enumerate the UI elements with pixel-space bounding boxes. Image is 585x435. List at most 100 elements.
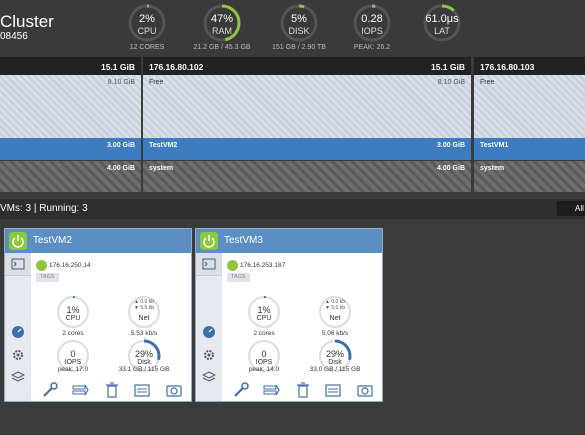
host-name: 176.16.80.102 xyxy=(149,62,204,72)
disk-label: Disk xyxy=(137,359,151,366)
cpu-mini-gauge: 1% CPU xyxy=(247,295,281,329)
vm-segment-label: TestVM1 xyxy=(480,142,509,149)
camera-icon[interactable] xyxy=(165,381,183,399)
host-column-1[interactable]: 15.1 GiB 8.10 GiB 3.00 GiB 4.00 GiB xyxy=(0,57,141,192)
vm-card-sidebar xyxy=(5,253,31,401)
vm-count: VMs: 3 | Running: 3 xyxy=(0,203,88,214)
cpu-cores: 2 cores xyxy=(253,330,275,337)
free-label: Free xyxy=(480,79,495,86)
iops-value: 0 xyxy=(261,349,267,359)
vm-card-header: TestVM3 xyxy=(196,229,382,253)
trash-icon[interactable] xyxy=(103,381,121,399)
iops-label: IOPS xyxy=(255,359,273,366)
system-label: system xyxy=(480,165,505,172)
latency-gauge-label: LAT xyxy=(434,26,450,36)
all-filter-button[interactable]: All xyxy=(557,201,585,216)
cpu-label: CPU xyxy=(256,315,272,322)
disk-value: 29% xyxy=(134,349,153,359)
disk-usage: 33.0 GB / 115 GB xyxy=(309,366,361,373)
free-value: 8.10 GiB xyxy=(437,79,465,86)
wrench-icon[interactable] xyxy=(41,381,59,399)
dashboard-icon[interactable] xyxy=(202,325,216,339)
vm-card-testvm2[interactable]: TestVM2 176.16.250.14 TAGS 1% CPU 2 core… xyxy=(4,228,192,402)
host-header: 15.1 GiB xyxy=(0,57,141,75)
cpu-label: CPU xyxy=(65,315,81,322)
power-icon[interactable] xyxy=(200,232,218,250)
disk-usage: 33.1 GB / 115 GB xyxy=(118,366,170,373)
vm-name[interactable]: TestVM3 xyxy=(224,235,263,246)
host-header: 176.16.80.102 15.1 GiB xyxy=(143,57,471,75)
vm-summary-bar: VMs: 3 | Running: 3 All xyxy=(0,199,585,219)
net-mini-gauge: ▲ 0.0 kb ▼ 5.0 kb Net xyxy=(318,295,352,329)
iops-peak: peak: 17.0 xyxy=(57,366,89,373)
iops-gauge-sub: PEAK: 26.2 xyxy=(353,44,391,51)
trash-icon[interactable] xyxy=(294,381,312,399)
latency-gauge-value: 61.0μs xyxy=(425,13,459,25)
host-column-2[interactable]: 176.16.80.102 15.1 GiB Free 8.10 GiB Tes… xyxy=(143,57,471,192)
settings-gear-icon[interactable] xyxy=(202,348,216,362)
snapshot-list-icon[interactable] xyxy=(133,381,151,399)
vm-card-header: TestVM2 xyxy=(5,229,191,253)
vm-memory-segment[interactable]: TestVM2 3.00 GiB xyxy=(143,138,471,160)
migrate-icon[interactable] xyxy=(71,381,89,399)
console-icon[interactable] xyxy=(196,253,222,276)
free-memory-segment: 8.10 GiB xyxy=(0,75,141,138)
layers-icon[interactable] xyxy=(11,370,25,384)
wrench-icon[interactable] xyxy=(232,381,250,399)
cpu-value: 1% xyxy=(66,305,80,315)
net-rate: 5.53 kb/s xyxy=(130,330,158,337)
system-memory-segment: system 4.00 GiB xyxy=(143,161,471,192)
host-memory-total: 15.1 GiB xyxy=(100,62,135,72)
cluster-header: Cluster 08456 2% CPU 12 CORES 47% RAM 21… xyxy=(0,0,585,57)
vm-name[interactable]: TestVM2 xyxy=(33,235,72,246)
net-down: ▼ 5.5 kb xyxy=(134,305,154,311)
vm-ip-address: 176.16.253.187 xyxy=(240,262,286,269)
net-label: Net xyxy=(329,315,341,322)
system-memory-segment: 4.00 GiB xyxy=(0,161,141,192)
cluster-title: Cluster xyxy=(0,12,54,31)
free-memory-segment: Free 8.10 GiB xyxy=(143,75,471,138)
cpu-cores: 2 cores xyxy=(62,330,84,337)
camera-icon[interactable] xyxy=(356,381,374,399)
all-filter-label: All xyxy=(575,204,584,213)
host-name: 176.16.80.103 xyxy=(480,62,535,72)
vm-memory-segment[interactable]: 3.00 GiB xyxy=(0,138,141,160)
free-label: Free xyxy=(149,79,164,86)
vm-segment-value: 3.00 GiB xyxy=(106,142,135,149)
console-icon[interactable] xyxy=(5,253,31,276)
vm-segment-label: TestVM2 xyxy=(149,142,178,149)
cpu-mini-gauge: 1% CPU xyxy=(56,295,90,329)
cpu-gauge-label: CPU xyxy=(137,26,157,36)
disk-label: Disk xyxy=(328,359,342,366)
free-memory-segment: Free xyxy=(474,75,585,138)
snapshot-list-icon[interactable] xyxy=(324,381,342,399)
system-value: 4.00 GiB xyxy=(106,165,135,172)
host-header: 176.16.80.103 xyxy=(474,57,585,75)
disk-gauge-value: 5% xyxy=(291,13,307,25)
settings-gear-icon[interactable] xyxy=(11,348,25,362)
cluster-id: 08456 xyxy=(0,31,28,42)
iops-gauge-label: IOPS xyxy=(361,26,383,36)
iops-peak: peak: 14.0 xyxy=(248,366,280,373)
ram-gauge-label: RAM xyxy=(212,26,232,36)
iops-value: 0 xyxy=(70,349,76,359)
system-memory-segment: system xyxy=(474,161,585,192)
power-icon[interactable] xyxy=(9,232,27,250)
net-rate: 5.06 kb/s xyxy=(321,330,349,337)
disk-value: 29% xyxy=(325,349,344,359)
dashboard-icon[interactable] xyxy=(11,325,25,339)
system-value: 4.00 GiB xyxy=(436,165,465,172)
tags-button[interactable]: TAGS xyxy=(36,273,59,282)
migrate-icon[interactable] xyxy=(262,381,280,399)
tags-button[interactable]: TAGS xyxy=(227,273,250,282)
network-icon xyxy=(36,260,47,271)
host-column-3[interactable]: 176.16.80.103 Free TestVM1 system xyxy=(474,57,585,192)
net-down: ▼ 5.0 kb xyxy=(325,305,345,311)
ram-gauge-value: 47% xyxy=(210,13,234,25)
vm-memory-segment[interactable]: TestVM1 xyxy=(474,138,585,160)
host-memory-total: 15.1 GiB xyxy=(430,62,465,72)
iops-gauge-value: 0.28 xyxy=(361,13,383,25)
network-icon xyxy=(227,260,238,271)
vm-card-testvm3[interactable]: TestVM3 176.16.253.187 TAGS 1% CPU 2 cor… xyxy=(195,228,383,402)
layers-icon[interactable] xyxy=(202,370,216,384)
